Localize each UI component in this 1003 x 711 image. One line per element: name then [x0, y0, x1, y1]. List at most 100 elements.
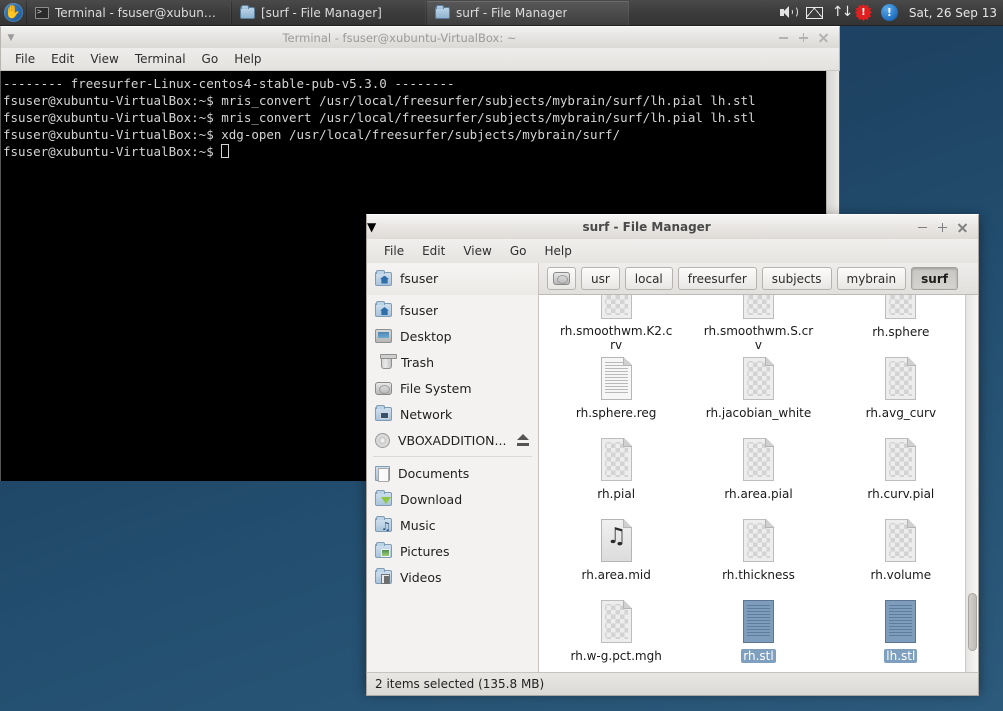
file-item[interactable]: rh.smoothwm.S.crv [687, 295, 829, 352]
file-name: rh.pial [597, 487, 636, 501]
file-name: rh.curv.pial [867, 487, 935, 501]
sidebar-item-trash[interactable]: Trash [367, 349, 538, 375]
file-item[interactable]: rh.jacobian_white [687, 352, 829, 433]
taskbar-item-terminal[interactable]: Terminal - fsuser@xubuntu-... [26, 0, 231, 25]
window-menu-icon[interactable]: ▼ [367, 220, 376, 234]
sidebar-item-music[interactable]: ♫ Music [367, 512, 538, 538]
file-name: rh.w-g.pct.mgh [570, 649, 662, 663]
file-view-scrollbar[interactable] [965, 295, 978, 672]
menu-help[interactable]: Help [535, 242, 580, 260]
sidebar-item-vboxadditions[interactable]: VBOXADDITION... [367, 427, 538, 453]
file-item-selected[interactable]: lh.stl [830, 595, 972, 672]
terminal-menubar: File Edit View Terminal Go Help [0, 48, 840, 71]
menu-terminal[interactable]: Terminal [127, 50, 194, 68]
checker-file-icon [598, 437, 635, 483]
file-item[interactable]: rh.smoothwm.K2.crv [545, 295, 687, 352]
breadcrumb-freesurfer[interactable]: freesurfer [677, 267, 757, 290]
checker-file-icon [598, 295, 635, 320]
file-manager-titlebar[interactable]: ▼ surf - File Manager [366, 214, 979, 239]
breadcrumb-filesystem[interactable] [547, 267, 576, 290]
documents-folder-icon [375, 465, 390, 482]
scrollbar-thumb[interactable] [968, 593, 977, 651]
file-item-selected[interactable]: rh.stl [687, 595, 829, 672]
file-item[interactable]: ♫ rh.area.mid [545, 514, 687, 595]
terminal-cursor [221, 144, 230, 158]
file-item[interactable]: rh.w-g.pct.mgh [545, 595, 687, 672]
sidebar-item-network[interactable]: Network [367, 401, 538, 427]
file-manager-toolbar: fsuser usr local freesurfer subjects myb… [366, 262, 979, 295]
menu-file[interactable]: File [375, 242, 413, 260]
alert-star-icon[interactable] [854, 4, 872, 21]
maximize-icon[interactable] [798, 32, 809, 43]
breadcrumb-subjects[interactable]: subjects [761, 267, 832, 290]
sidebar-item-documents[interactable]: Documents [367, 460, 538, 486]
taskbar-item-file-manager-2[interactable]: surf - File Manager [426, 0, 629, 25]
file-name: rh.stl [741, 649, 776, 663]
minimize-icon[interactable] [778, 32, 789, 43]
file-item[interactable]: rh.sphere.reg [545, 352, 687, 433]
checker-file-icon [740, 295, 777, 320]
file-item[interactable]: rh.area.pial [687, 433, 829, 514]
terminal-icon [35, 6, 49, 19]
minimize-icon[interactable] [917, 222, 928, 233]
breadcrumb-usr[interactable]: usr [581, 267, 620, 290]
menu-edit[interactable]: Edit [413, 242, 454, 260]
file-manager-window-controls [917, 222, 978, 233]
taskbar-item-label: Terminal - fsuser@xubuntu-... [55, 5, 220, 20]
checker-file-icon [882, 295, 919, 321]
status-bar: 2 items selected (135.8 MB) [366, 672, 979, 696]
speaker-icon[interactable] [779, 5, 798, 20]
menu-file[interactable]: File [7, 50, 43, 68]
file-icon-view[interactable]: rh.smoothwm.K2.crv rh.smoothwm.S.crv rh.… [539, 295, 978, 672]
menu-view[interactable]: View [454, 242, 500, 260]
file-name: rh.smoothwm.S.crv [703, 324, 814, 352]
clock[interactable]: Sat, 26 Sep 13 [907, 6, 997, 20]
file-item[interactable]: rh.thickness [687, 514, 829, 595]
file-manager-window[interactable]: ▼ surf - File Manager File Edit View Go … [366, 214, 979, 696]
network-up-down-icon[interactable]: ↑↓ [832, 5, 853, 20]
breadcrumb: usr local freesurfer subjects mybrain su… [539, 267, 958, 290]
file-item[interactable]: rh.pial [545, 433, 687, 514]
sidebar-item-desktop[interactable]: Desktop [367, 323, 538, 349]
maximize-icon[interactable] [937, 222, 948, 233]
sidebar-item-videos[interactable]: Videos [367, 564, 538, 590]
menu-go[interactable]: Go [501, 242, 536, 260]
taskbar: ✋ Terminal - fsuser@xubuntu-... [surf - … [0, 0, 1003, 26]
xubuntu-logo-icon: ✋ [3, 3, 23, 22]
terminal-prompt: fsuser@xubuntu-VirtualBox:~$ [3, 144, 222, 159]
shortcut-sidebar: fsuser Desktop Trash File System Network [367, 295, 539, 672]
file-item[interactable]: rh.avg_curv [830, 352, 972, 433]
window-menu-icon[interactable]: ▼ [1, 33, 21, 43]
system-tray: ↑↓ Sat, 26 Sep 13 [779, 4, 1003, 21]
menu-go[interactable]: Go [194, 50, 227, 68]
menu-edit[interactable]: Edit [43, 50, 82, 68]
shortcut-pane-header[interactable]: fsuser [367, 262, 539, 295]
file-item[interactable]: rh.sphere [830, 295, 972, 352]
folder-icon [240, 4, 255, 19]
close-icon[interactable] [818, 32, 829, 43]
eject-icon[interactable] [517, 434, 529, 440]
menu-view[interactable]: View [82, 50, 126, 68]
terminal-titlebar[interactable]: ▼ Terminal - fsuser@xubuntu-VirtualBox: … [0, 26, 840, 48]
mail-icon[interactable] [805, 6, 823, 19]
breadcrumb-local[interactable]: local [624, 267, 673, 290]
menu-help[interactable]: Help [226, 50, 269, 68]
terminal-title: Terminal - fsuser@xubuntu-VirtualBox: ~ [282, 30, 517, 45]
sidebar-item-pictures[interactable]: Pictures [367, 538, 538, 564]
breadcrumb-surf[interactable]: surf [911, 267, 958, 290]
file-item[interactable]: rh.volume [830, 514, 972, 595]
file-item[interactable]: rh.curv.pial [830, 433, 972, 514]
breadcrumb-mybrain[interactable]: mybrain [836, 267, 907, 290]
info-circle-icon[interactable] [880, 4, 898, 21]
sidebar-item-download[interactable]: Download [367, 486, 538, 512]
applications-menu-button[interactable]: ✋ [0, 0, 26, 26]
cdrom-icon [375, 432, 390, 448]
sidebar-item-fsuser[interactable]: fsuser [367, 297, 538, 323]
terminal-line: fsuser@xubuntu-VirtualBox:~$ mris_conver… [3, 110, 756, 125]
text-file-icon [598, 356, 635, 402]
taskbar-item-file-manager-1[interactable]: [surf - File Manager] [231, 0, 426, 25]
filesystem-icon [553, 272, 570, 285]
sidebar-item-file-system[interactable]: File System [367, 375, 538, 401]
home-icon [375, 301, 392, 317]
close-icon[interactable] [957, 222, 968, 233]
